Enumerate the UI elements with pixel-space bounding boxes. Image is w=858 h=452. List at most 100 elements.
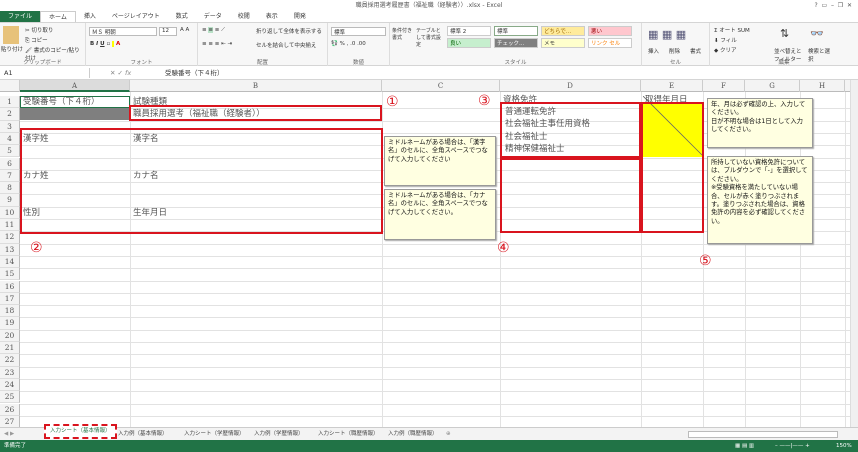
group-label: スタイル — [504, 60, 527, 66]
paste-icon[interactable] — [3, 26, 19, 44]
column-header[interactable]: F — [703, 80, 745, 92]
row-header[interactable]: 14 — [0, 255, 20, 269]
tab-review[interactable]: 校閲 — [230, 11, 258, 22]
row-header[interactable]: 16 — [0, 280, 20, 293]
delete-cells-button[interactable]: 削除 — [669, 47, 680, 55]
cell-A2-shaded[interactable] — [20, 108, 130, 120]
formula-input[interactable]: 受験番号（下４桁） — [165, 66, 224, 80]
row-header[interactable]: 10 — [0, 206, 20, 219]
style-note[interactable]: メモ — [541, 38, 585, 48]
row-header[interactable]: 11 — [0, 219, 20, 232]
insert-cells-button[interactable]: 挿入 — [648, 47, 659, 55]
align-h-buttons[interactable]: ≡ ≡ ≡ ⇤ ⇥ — [202, 41, 232, 47]
highlight-box-2 — [20, 128, 383, 234]
column-header[interactable]: C — [382, 80, 500, 92]
zoom-level[interactable]: 150% — [836, 440, 852, 452]
comment-note[interactable]: 所持していない資格免許については、プルダウンで「-」を選択してください。 ※受験… — [707, 156, 813, 244]
tab-insert[interactable]: 挿入 — [76, 11, 104, 22]
row-header[interactable]: 2 — [0, 108, 20, 121]
row-header[interactable]: 17 — [0, 292, 20, 306]
style-check[interactable]: チェック... — [494, 38, 538, 48]
conditional-format-button[interactable]: 条件付き書式 — [392, 27, 416, 41]
style-bad[interactable]: 悪い — [588, 26, 632, 36]
comment-note[interactable]: ミドルネームがある場合は、「漢字名」のセルに、全角スペースでつなげて入力してくだ… — [384, 136, 496, 186]
fill-label: フィル — [720, 38, 737, 44]
highlight-box-3 — [500, 102, 641, 158]
number-buttons[interactable]: 💱 % , .0 .00 — [331, 41, 366, 47]
tab-developer[interactable]: 開発 — [286, 11, 314, 22]
row-header[interactable]: 3 — [0, 120, 20, 133]
format-table-button[interactable]: テーブルとして書式設定 — [416, 27, 444, 48]
tab-home[interactable]: ホーム — [40, 11, 76, 22]
comment-note[interactable]: ミドルネームがある場合は、「カナ名」のセルに、全角スペースでつなげて入力してくだ… — [384, 189, 496, 240]
wrap-text-button[interactable]: 折り返して全体を表示する — [256, 27, 322, 35]
row-header[interactable]: 6 — [0, 157, 20, 170]
cut-button[interactable]: ✂ 切り取り — [25, 26, 53, 34]
format-cells-button[interactable]: 書式 — [690, 47, 701, 55]
style-neutral[interactable]: どちらで... — [541, 26, 585, 36]
align-buttons[interactable]: ≡ ≡ ≡ ⟋ — [202, 27, 225, 34]
paste-button[interactable]: 貼り付け — [1, 45, 23, 53]
sheet-tab-active[interactable]: 入力シート（基本情報） — [44, 424, 117, 439]
row-header[interactable]: 9 — [0, 194, 20, 207]
tab-page-layout[interactable]: ページレイアウト — [104, 11, 168, 22]
style-normal2[interactable]: 標準 2 — [447, 26, 491, 36]
gridline — [20, 255, 850, 257]
column-header[interactable]: G — [745, 80, 800, 92]
row-header[interactable]: 23 — [0, 366, 20, 379]
zoom-slider[interactable]: – ——|—— + — [775, 440, 810, 452]
horizontal-scrollbar[interactable] — [688, 431, 838, 438]
cell-A1[interactable]: 受験番号（下４桁） — [23, 96, 100, 108]
row-header[interactable]: 12 — [0, 231, 20, 244]
row-header[interactable]: 18 — [0, 305, 20, 318]
comment-note[interactable]: 年、月は必ず確認の上、入力してください。 日が不明な場合は1日として入力してくだ… — [707, 98, 813, 148]
fill-button[interactable]: ⬇ フィル — [714, 36, 737, 44]
row-header[interactable]: 8 — [0, 182, 20, 195]
row-header[interactable]: 20 — [0, 329, 20, 342]
row-header[interactable]: 26 — [0, 403, 20, 416]
row-header[interactable]: 24 — [0, 378, 20, 392]
cancel-confirm-icons[interactable]: ✕ ✓ fx — [110, 66, 131, 80]
row-header[interactable]: 19 — [0, 317, 20, 330]
gridline — [20, 317, 850, 319]
window-controls[interactable]: ? ▭ – ❐ ✕ — [814, 0, 852, 11]
vertical-scrollbar[interactable] — [850, 80, 858, 427]
tab-view[interactable]: 表示 — [258, 11, 286, 22]
status-bar: 準備完了 ▦ ▤ ▥ – ——|—— + 150% — [0, 440, 858, 452]
tab-file[interactable]: ファイル — [0, 11, 41, 22]
autosum-button[interactable]: Σ オート SUM — [714, 26, 750, 34]
row-header[interactable]: 21 — [0, 342, 20, 355]
row-header[interactable]: 13 — [0, 243, 20, 256]
column-header[interactable]: H — [800, 80, 845, 92]
copy-button[interactable]: ⎘ コピー — [25, 36, 48, 45]
name-box[interactable]: A1 — [2, 68, 90, 78]
row-header[interactable]: 15 — [0, 268, 20, 281]
style-good[interactable]: 良い — [447, 38, 491, 48]
column-header[interactable]: B — [130, 80, 382, 92]
row-header[interactable]: 25 — [0, 391, 20, 404]
row-header[interactable]: 1 — [0, 96, 20, 109]
font-size-select[interactable]: 12 — [159, 27, 177, 36]
clear-label: クリア — [719, 48, 737, 54]
column-header[interactable]: E — [641, 80, 703, 92]
tab-data[interactable]: データ — [196, 11, 230, 22]
row-header[interactable]: 22 — [0, 354, 20, 367]
column-header[interactable]: D — [500, 80, 641, 92]
grow-font-button[interactable]: A A — [180, 27, 189, 33]
column-header[interactable]: A — [20, 80, 130, 92]
style-linked-cell[interactable]: リンク セル — [588, 38, 632, 48]
style-normal[interactable]: 標準 — [494, 26, 538, 36]
tab-formulas[interactable]: 数式 — [168, 11, 196, 22]
row-header[interactable]: 5 — [0, 145, 20, 158]
number-format-select[interactable]: 標準 — [331, 27, 386, 36]
select-all[interactable] — [0, 80, 20, 92]
row-header[interactable]: 7 — [0, 169, 20, 183]
font-format-buttons[interactable]: B I U ▫ A — [90, 41, 120, 47]
font-name-select[interactable]: ＭＳ 明朝 — [89, 27, 157, 36]
row-header[interactable]: 4 — [0, 132, 20, 146]
clear-button[interactable]: ◆ クリア — [714, 46, 737, 54]
fx-icon: fx — [125, 69, 132, 77]
merge-center-button[interactable]: セルを結合して中央揃え — [256, 41, 316, 49]
view-buttons[interactable]: ▦ ▤ ▥ — [735, 440, 754, 452]
cells-icons: ▦ ▦ ▦ — [648, 28, 687, 41]
